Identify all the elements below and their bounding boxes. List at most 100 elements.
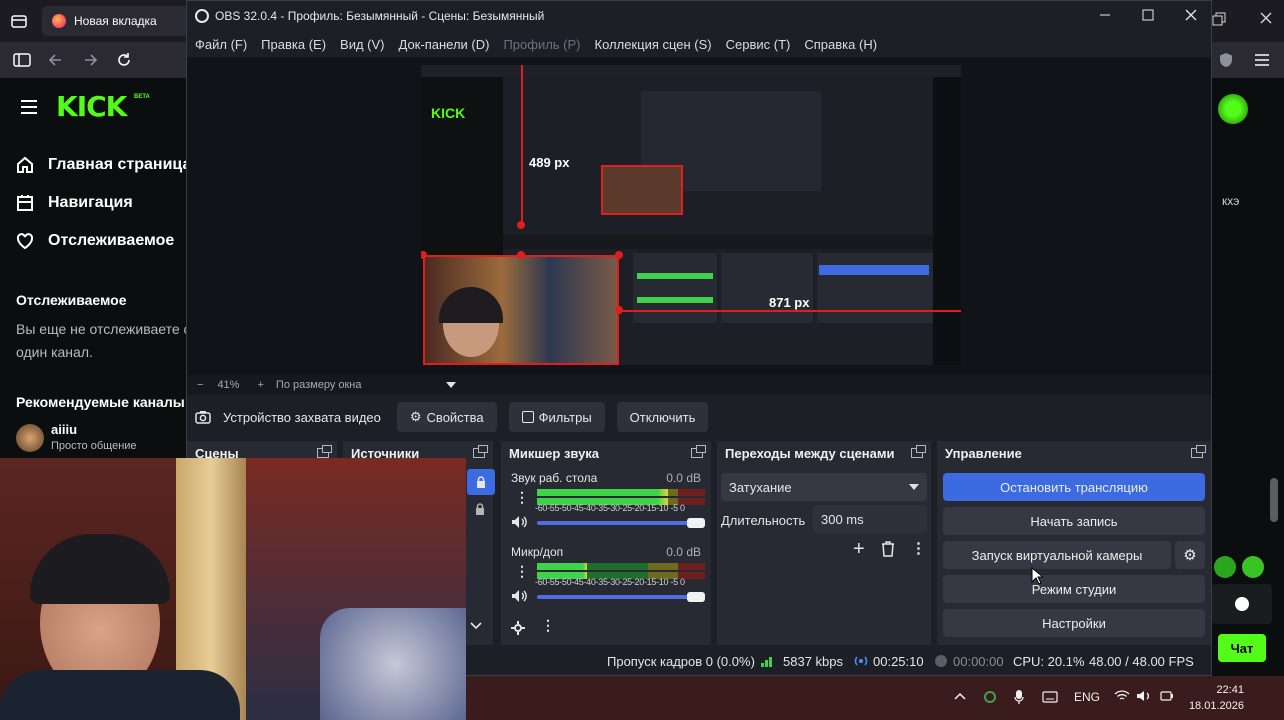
chat-scrollbar[interactable]: [1270, 478, 1278, 522]
add-transition-button[interactable]: +: [853, 539, 865, 559]
webcam-overlay: [0, 458, 466, 720]
stream-time: 00:25:10: [873, 654, 924, 669]
volume-slider[interactable]: [537, 521, 705, 525]
settings-button[interactable]: Настройки: [943, 609, 1205, 637]
hamburger-icon[interactable]: [20, 100, 38, 114]
volume-slider[interactable]: [537, 595, 705, 599]
resize-handle[interactable]: [615, 306, 623, 314]
float-icon[interactable]: [691, 445, 706, 458]
duration-spinbox[interactable]: 300 ms: [813, 505, 927, 533]
restore-window-icon[interactable]: [1212, 12, 1226, 26]
battery-icon[interactable]: [1160, 690, 1174, 702]
chevron-down-icon: [909, 484, 919, 490]
nav-home-label: Главная страница: [48, 156, 192, 173]
zoom-fit-label[interactable]: По размеру окна: [276, 379, 362, 391]
advanced-audio-icon[interactable]: [511, 621, 525, 635]
resize-handle[interactable]: [615, 251, 623, 259]
menu-icon[interactable]: [1252, 50, 1272, 70]
clock-date[interactable]: 18.01.2026: [1184, 700, 1244, 712]
back-arrow-icon[interactable]: [46, 50, 66, 70]
chat-send-button[interactable]: Чат: [1218, 634, 1266, 662]
nav-home[interactable]: Главная страница: [16, 156, 191, 174]
stop-stream-button[interactable]: Остановить трансляцию: [943, 473, 1205, 501]
duration-value: 300 ms: [821, 511, 864, 527]
keyboard-icon[interactable]: [1042, 691, 1058, 703]
minimize-icon[interactable]: [1099, 9, 1111, 21]
kick-logo[interactable]: KICK: [56, 90, 127, 123]
volume-icon[interactable]: [1136, 690, 1152, 702]
clock-time[interactable]: 22:41: [1194, 684, 1244, 696]
virtual-camera-settings[interactable]: ⚙: [1175, 541, 1205, 569]
sidebar-toggle-icon[interactable]: [12, 50, 32, 70]
zoom-dropdown-icon[interactable]: [445, 382, 456, 388]
microphone-icon[interactable]: [1014, 689, 1024, 705]
menu-help[interactable]: Справка (H): [804, 37, 877, 52]
user-avatar[interactable]: [1218, 94, 1248, 124]
volume-knob[interactable]: [687, 518, 705, 528]
obs-titlebar: OBS 32.0.4 - Профиль: Безымянный - Сцены…: [187, 1, 1211, 31]
menu-edit[interactable]: Правка (E): [261, 37, 326, 52]
forward-arrow-icon[interactable]: [80, 50, 100, 70]
guide-vertical: [521, 65, 523, 225]
menu-scene-collection[interactable]: Коллекция сцен (S): [595, 37, 712, 52]
reload-icon[interactable]: [114, 50, 134, 70]
selected-source-box[interactable]: [423, 255, 619, 365]
scroll-down-icon[interactable]: [469, 621, 483, 631]
dock-audio-mixer: Микшер звука Звук раб. стола 0.0 dB ⋮ -6…: [501, 441, 711, 645]
wifi-icon[interactable]: [1114, 690, 1130, 702]
resize-handle[interactable]: [517, 221, 525, 229]
float-icon[interactable]: [911, 445, 926, 458]
kebab-menu-icon[interactable]: ⋮: [515, 489, 529, 506]
smiley-icon[interactable]: [1235, 597, 1249, 611]
recommended-name[interactable]: aiiiu: [51, 422, 77, 437]
transition-select[interactable]: Затухание: [721, 473, 927, 501]
float-icon[interactable]: [1191, 445, 1206, 458]
kebab-menu-icon[interactable]: ⋮: [515, 563, 529, 580]
tray-chevron-icon[interactable]: [954, 692, 966, 700]
deactivate-button[interactable]: Отключить: [616, 402, 709, 432]
close-icon[interactable]: [1184, 8, 1198, 22]
dock-mixer-title: Микшер звука: [509, 445, 600, 461]
transition-menu-icon[interactable]: ⋮: [911, 539, 926, 557]
filters-button[interactable]: Фильтры: [508, 402, 605, 432]
shield-icon[interactable]: [1216, 50, 1236, 70]
language-indicator[interactable]: ENG: [1074, 690, 1100, 704]
start-record-button[interactable]: Начать запись: [943, 507, 1205, 535]
emote-icon-2[interactable]: [1242, 556, 1264, 578]
source-toolbar: Устройство захвата видео ⚙ Свойства Филь…: [187, 395, 1211, 439]
preview-canvas[interactable]: KICK 489 px 871 px: [421, 65, 961, 365]
menu-file[interactable]: Файл (F): [195, 37, 247, 52]
speaker-icon[interactable]: [511, 589, 527, 603]
virtual-camera-button[interactable]: Запуск виртуальной камеры: [943, 541, 1171, 569]
browser-tab-new[interactable]: Новая вкладка: [42, 6, 192, 36]
menu-profile[interactable]: Профиль (P): [503, 37, 580, 52]
nav-following[interactable]: Отслеживаемое: [16, 232, 174, 250]
tray-app-icon[interactable]: [984, 691, 996, 703]
volume-knob[interactable]: [687, 592, 705, 602]
menu-tools[interactable]: Сервис (T): [726, 37, 791, 52]
float-icon[interactable]: [473, 445, 488, 458]
lock-icon[interactable]: [467, 469, 495, 495]
menu-docks[interactable]: Док-панели (D): [399, 37, 490, 52]
track-name: Звук раб. стола: [511, 471, 598, 485]
trash-icon[interactable]: [881, 541, 895, 557]
zoom-out-button[interactable]: −: [197, 379, 203, 391]
lock-icon-2[interactable]: [475, 503, 485, 515]
float-icon[interactable]: [317, 445, 332, 458]
maximize-icon[interactable]: [1142, 9, 1154, 21]
studio-mode-button[interactable]: Режим студии: [943, 575, 1205, 603]
resize-handle[interactable]: [517, 251, 525, 259]
properties-button[interactable]: ⚙ Свойства: [396, 402, 497, 432]
measure-top-label: 489 px: [529, 155, 570, 170]
avatar[interactable]: [16, 424, 44, 452]
mixer-menu-icon[interactable]: ⋮: [541, 617, 555, 634]
nav-browse[interactable]: Навигация: [16, 194, 133, 212]
obs-preview[interactable]: KICK 489 px 871 px: [187, 57, 1211, 375]
mouse-cursor-icon: [1031, 567, 1043, 585]
speaker-icon[interactable]: [511, 515, 527, 529]
close-browser-icon[interactable]: [1258, 10, 1274, 26]
zoom-in-button[interactable]: +: [257, 379, 263, 391]
emote-icon[interactable]: [1214, 556, 1236, 578]
menu-view[interactable]: Вид (V): [340, 37, 384, 52]
tab-overview-icon[interactable]: [10, 12, 28, 30]
